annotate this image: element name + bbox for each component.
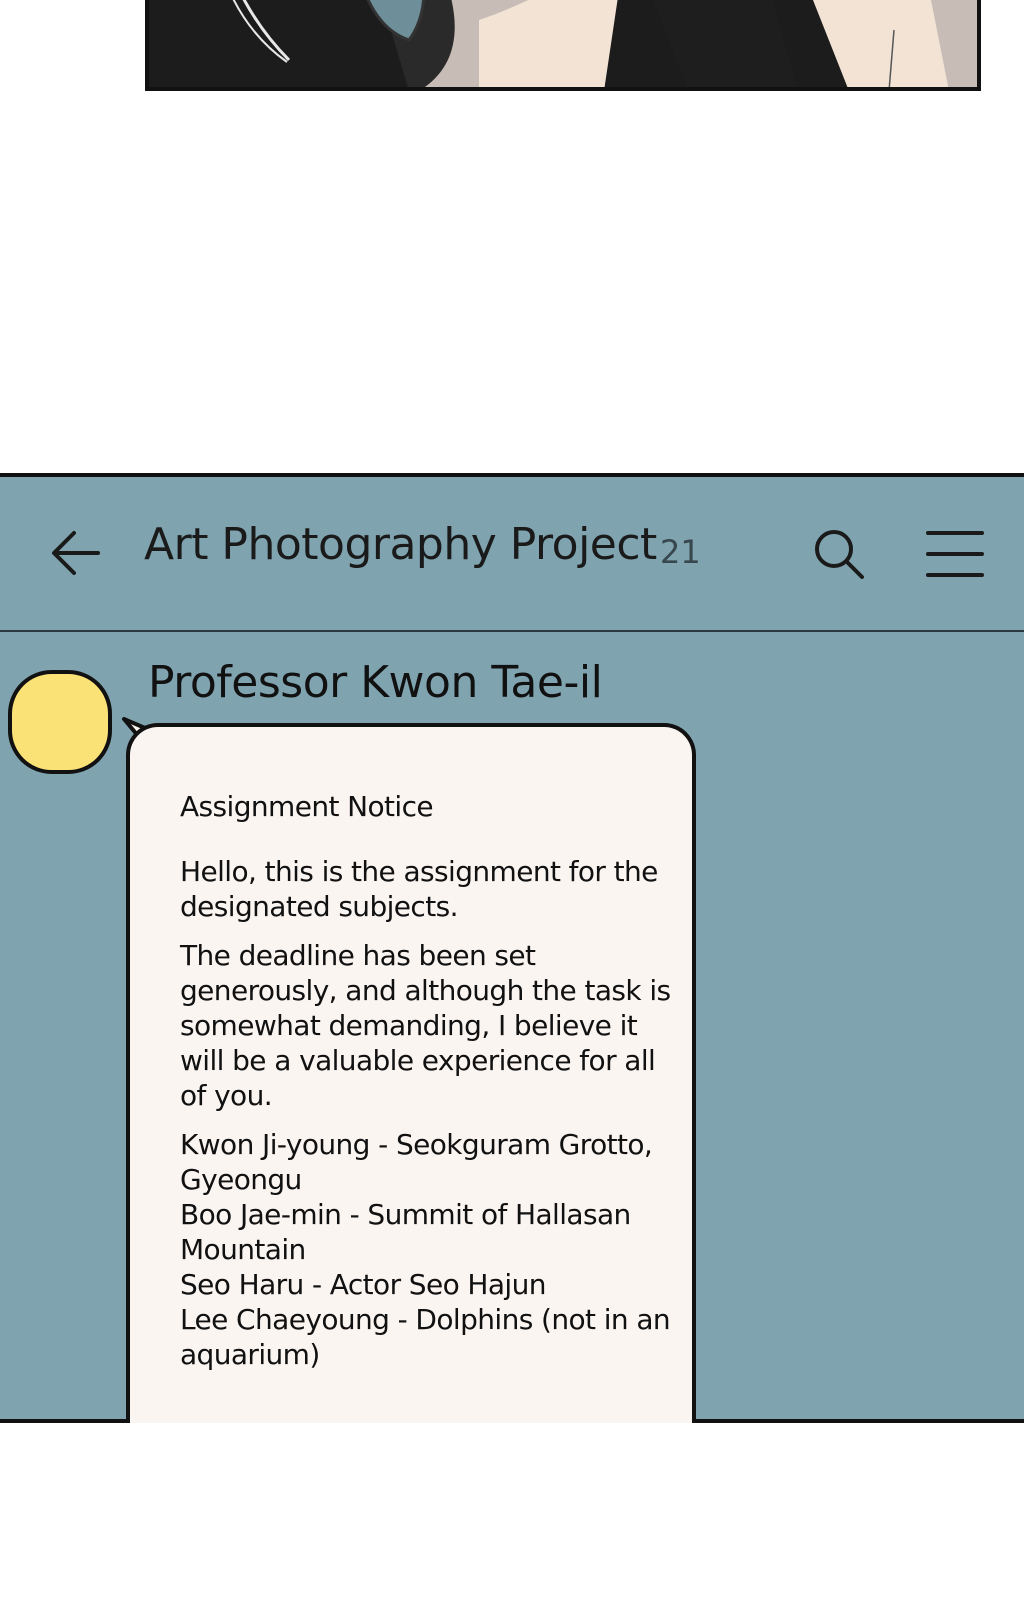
assignment-item: Seo Haru - Actor Seo Hajun	[180, 1268, 547, 1301]
message-bubble[interactable]: Assignment Notice Hello, this is the ass…	[126, 723, 696, 1423]
search-button[interactable]	[812, 527, 868, 583]
member-count: 21	[660, 533, 701, 571]
sender-name: Professor Kwon Tae-il	[148, 657, 603, 708]
assignment-item: Lee Chaeyoung - Dolphins (not in an aqua…	[180, 1303, 671, 1371]
chat-screen: Art Photography Project 21 Professor Kwo…	[0, 473, 1024, 1423]
assignment-item: Kwon Ji-young - Seokguram Grotto, Gyeong…	[180, 1128, 653, 1196]
assignment-item: Boo Jae-min - Summit of Hallasan Mountai…	[180, 1198, 631, 1266]
avatar[interactable]	[8, 670, 112, 774]
notice-heading: Assignment Notice	[180, 790, 434, 823]
comic-panel-fragment	[145, 0, 981, 91]
hamburger-menu-icon	[926, 531, 984, 577]
chat-title: Art Photography Project	[144, 519, 657, 570]
menu-button[interactable]	[925, 529, 985, 579]
message-text: Assignment Notice Hello, this is the ass…	[180, 789, 680, 1372]
arrow-left-icon	[52, 531, 100, 575]
comic-panel-art	[149, 0, 977, 87]
back-button[interactable]	[48, 525, 104, 581]
message-greeting: Hello, this is the assignment for the de…	[180, 855, 658, 923]
chat-header: Art Photography Project 21	[0, 477, 1024, 632]
message-body: The deadline has been set generously, an…	[180, 939, 671, 1112]
search-icon	[815, 530, 864, 579]
assignment-list: Kwon Ji-young - Seokguram Grotto, Gyeong…	[180, 1127, 680, 1372]
